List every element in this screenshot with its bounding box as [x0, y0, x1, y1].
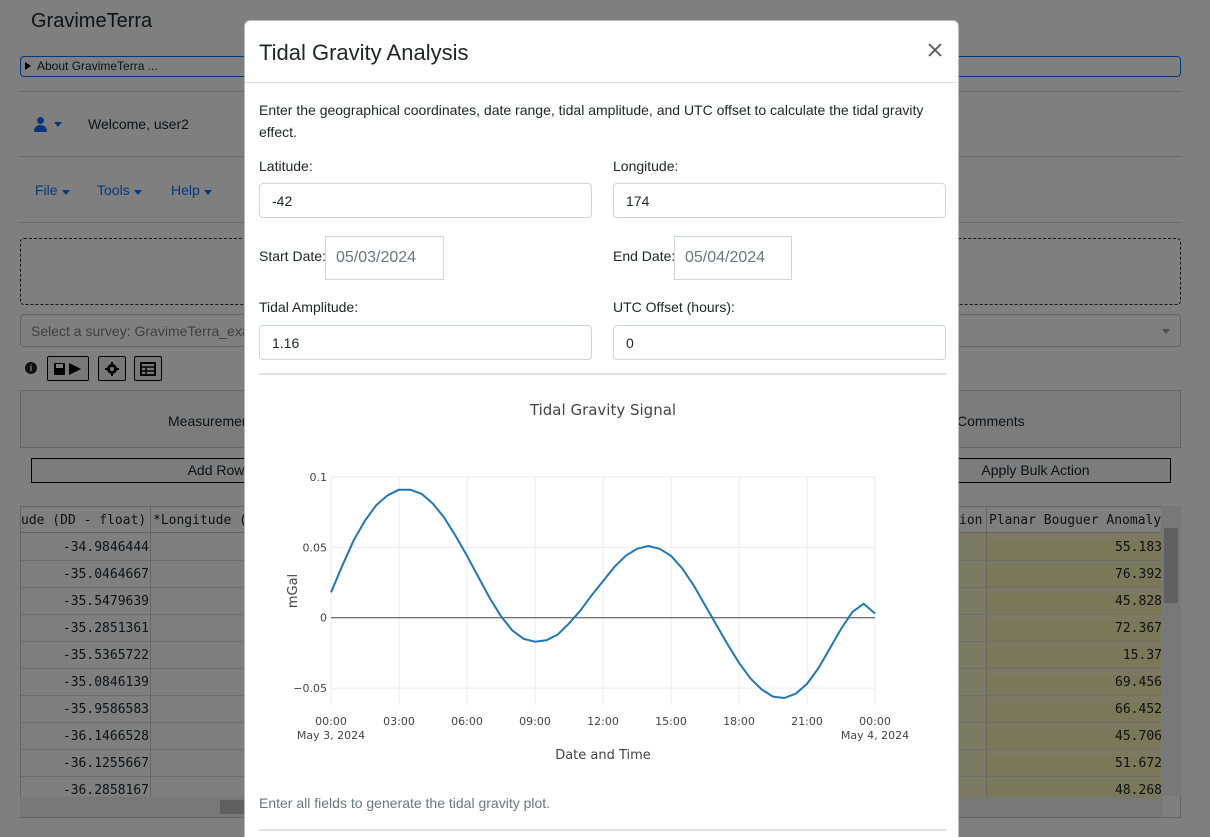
- y-tick-label: −0.05: [293, 682, 327, 695]
- divider: [259, 373, 946, 375]
- longitude-label: Longitude:: [613, 158, 679, 174]
- x-axis-label: Date and Time: [555, 748, 651, 763]
- x-tick-label: 12:00: [587, 715, 619, 728]
- end-date-label: End Date:: [613, 248, 676, 264]
- x-tick-sublabel: May 3, 2024: [297, 729, 365, 742]
- modal-title: Tidal Gravity Analysis: [259, 40, 469, 65]
- start-date-label: Start Date:: [259, 248, 326, 264]
- x-tick-label: 18:00: [723, 715, 755, 728]
- x-tick-label: 00:00: [859, 715, 891, 728]
- y-tick-label: 0.05: [303, 541, 328, 554]
- longitude-input[interactable]: 174: [613, 183, 946, 218]
- end-date-input[interactable]: 05/04/2024: [674, 236, 792, 280]
- divider: [259, 829, 946, 831]
- utc-offset-input[interactable]: 0: [613, 325, 946, 360]
- x-tick-label: 21:00: [791, 715, 823, 728]
- start-date-input[interactable]: 05/03/2024: [325, 236, 444, 280]
- x-tick-label: 06:00: [451, 715, 483, 728]
- y-tick-label: 0.1: [310, 471, 328, 484]
- tidal-gravity-modal: Tidal Gravity Analysis Enter the geograp…: [244, 20, 959, 837]
- modal-body: Enter the geographical coordinates, date…: [245, 83, 958, 837]
- utc-offset-label: UTC Offset (hours):: [613, 299, 735, 315]
- x-tick-sublabel: May 4, 2024: [841, 729, 909, 742]
- y-tick-label: 0: [320, 612, 327, 625]
- y-axis-label: mGal: [286, 574, 301, 608]
- x-tick-label: 00:00: [315, 715, 347, 728]
- close-button[interactable]: [924, 39, 946, 61]
- chart-svg: Tidal Gravity Signal00:00May 3, 202403:0…: [286, 401, 909, 763]
- hint-text: Enter all fields to generate the tidal g…: [259, 795, 551, 811]
- intro-text: Enter the geographical coordinates, date…: [259, 102, 924, 140]
- x-tick-label: 09:00: [519, 715, 551, 728]
- close-icon: [928, 43, 942, 57]
- amplitude-input[interactable]: 1.16: [259, 325, 592, 360]
- chart-title: Tidal Gravity Signal: [529, 401, 676, 419]
- x-tick-label: 03:00: [383, 715, 415, 728]
- latitude-label: Latitude:: [259, 158, 313, 174]
- amplitude-label: Tidal Amplitude:: [259, 299, 359, 315]
- modal-header: Tidal Gravity Analysis: [245, 21, 958, 83]
- latitude-input[interactable]: -42: [259, 183, 592, 218]
- x-tick-label: 15:00: [655, 715, 687, 728]
- tidal-gravity-chart: Tidal Gravity Signal 00:00 May 3, 2024 03:0…: [259, 393, 946, 788]
